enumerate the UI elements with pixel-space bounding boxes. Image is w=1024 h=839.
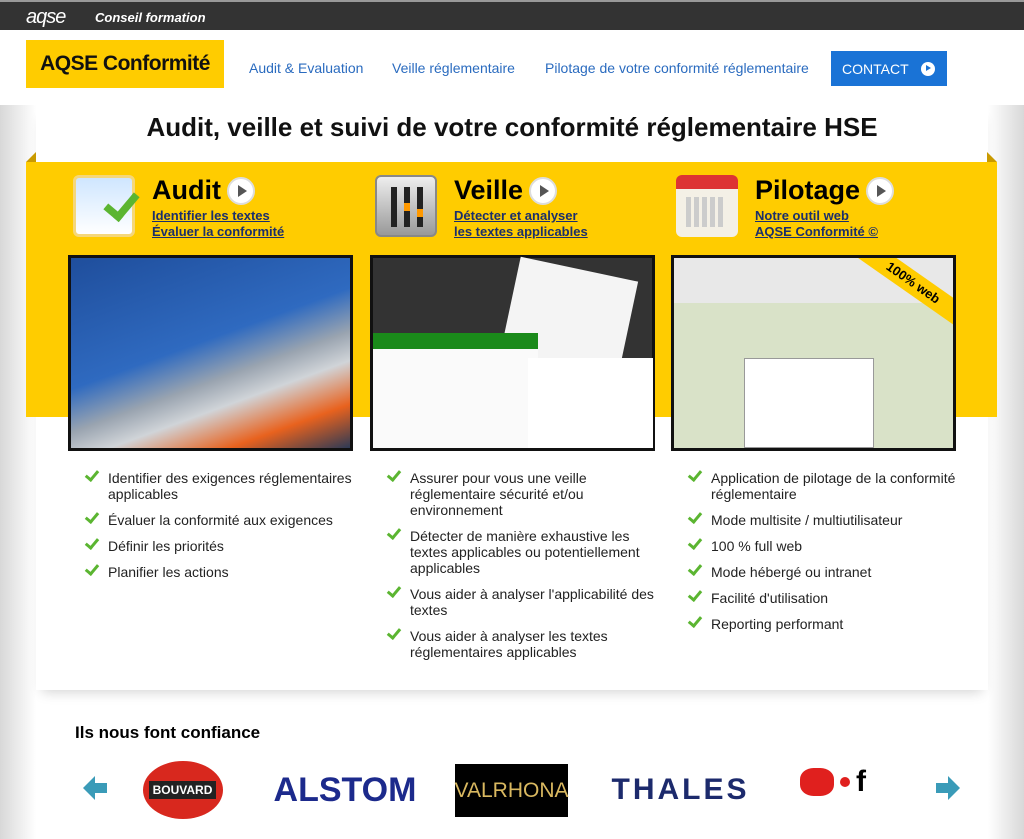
clients-title: Ils nous font confiance [75,723,261,742]
client-logo-partial: f [800,752,890,812]
audit-photo [68,255,353,451]
check-icon [688,614,702,626]
column-veille: Veille Détecter et analyser les textes a… [370,170,660,670]
list-item: Facilité d'utilisation [688,590,958,606]
check-icon [85,562,99,574]
check-icon [387,526,401,538]
check-icon [688,562,702,574]
check-icon [688,588,702,600]
veille-documents-image [370,255,655,451]
full-web-badge: 100% web [849,258,953,333]
link-textes[interactable]: les textes applicables [454,224,588,239]
aqse-brand-logo[interactable]: aqse [26,6,66,29]
list-item: Définir les priorités [85,538,355,554]
calendar-icon [676,175,738,237]
play-icon[interactable] [226,176,255,205]
list-item: Vous aider à analyser les textes régleme… [387,628,657,660]
play-icon[interactable] [866,176,895,205]
nav-pilotage[interactable]: Pilotage de votre conformité réglementai… [545,60,809,76]
contact-button[interactable]: CONTACT [831,51,947,86]
contact-label: CONTACT [842,60,909,77]
veille-heading[interactable]: Veille [454,175,558,206]
list-item: Reporting performant [688,616,958,632]
check-icon [387,468,401,480]
client-logo-alstom: ALSTOM [273,770,417,809]
list-item: 100 % full web [688,538,958,554]
check-icon [85,536,99,548]
nav-veille[interactable]: Veille réglementaire [392,60,515,76]
check-icon [387,626,401,638]
client-logo-valrhona: VALRHONA [455,764,569,817]
list-item: Planifier les actions [85,564,355,580]
veille-title: Veille [454,175,524,205]
link-evaluer[interactable]: Évaluer la conformité [152,224,284,239]
list-item: Évaluer la conformité aux exigences [85,512,355,528]
play-icon [920,61,935,76]
list-item: Mode multisite / multiutilisateur [688,512,958,528]
check-icon [387,584,401,596]
check-icon [688,468,702,480]
veille-bullets: Assurer pour vous une veille réglementai… [387,470,657,670]
pilotage-title: Pilotage [755,175,861,205]
column-pilotage: Pilotage Notre outil web AQSE Conformité… [671,170,961,670]
list-item: Mode hébergé ou intranet [688,564,958,580]
client-logo-thales: THALES [611,773,750,806]
band-fold-left [26,152,36,162]
audit-bullets: Identifier des exigences réglementaires … [85,470,355,590]
check-icon [85,468,99,480]
pilotage-app-screenshot: 100% web [671,255,956,451]
page-title: Audit, veille et suivi de votre conformi… [146,112,878,142]
sliders-icon [375,175,437,237]
column-audit: Audit Identifier les textes Évaluer la c… [68,170,358,670]
check-icon [85,510,99,522]
list-item: Assurer pour vous une veille réglementai… [387,470,657,518]
pilotage-bullets: Application de pilotage de la conformité… [688,470,958,642]
client-logo-bouvard: BOUVARD [140,760,225,820]
arrow-right-icon[interactable] [936,776,960,800]
list-item: Application de pilotage de la conformité… [688,470,958,502]
list-item: Identifier des exigences réglementaires … [85,470,355,502]
site-logo[interactable]: AQSE Conformité [26,40,224,88]
audit-heading[interactable]: Audit [152,175,255,206]
list-item: Vous aider à analyser l'applicabilité de… [387,586,657,618]
check-icon [688,510,702,522]
play-icon[interactable] [529,176,558,205]
nav-audit[interactable]: Audit & Evaluation [249,60,363,76]
checklist-icon [73,175,135,237]
audit-title: Audit [152,175,221,205]
link-identifier[interactable]: Identifier les textes [152,208,270,223]
link-detecter[interactable]: Détecter et analyser [454,208,578,223]
band-fold-right [987,152,997,162]
pilotage-heading[interactable]: Pilotage [755,175,895,206]
link-aqse-conformite[interactable]: AQSE Conformité © [755,224,878,239]
check-icon [688,536,702,548]
arrow-left-icon[interactable] [83,776,107,800]
brand-tagline: Conseil formation [95,10,206,25]
link-outil-web[interactable]: Notre outil web [755,208,849,223]
list-item: Détecter de manière exhaustive les texte… [387,528,657,576]
top-bar: aqse Conseil formation [0,0,1024,30]
